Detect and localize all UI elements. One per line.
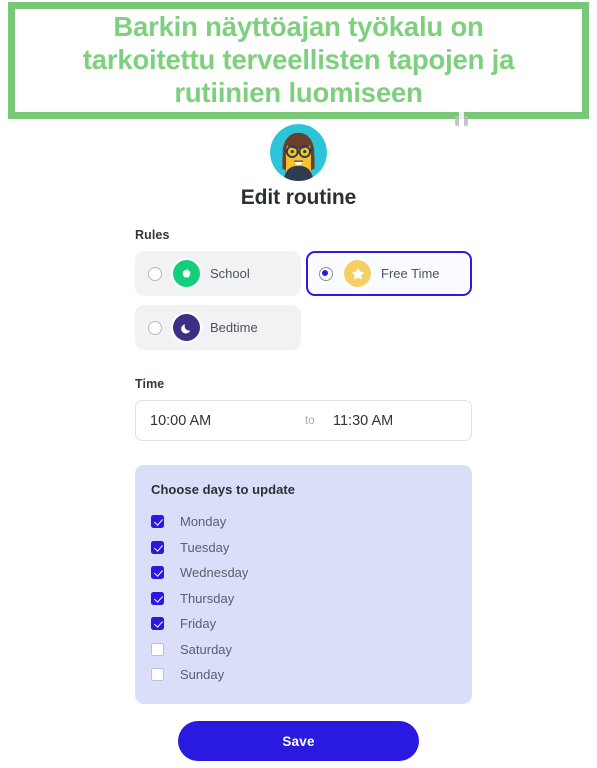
rule-label-school: School <box>210 266 250 281</box>
radio-free-time[interactable] <box>319 266 333 281</box>
time-end-field[interactable]: 11:30 AM <box>333 413 393 429</box>
rule-option-school[interactable]: School <box>135 251 301 296</box>
rule-label-free-time: Free Time <box>381 266 440 281</box>
checkbox-friday[interactable] <box>151 617 164 631</box>
day-label-saturday: Saturday <box>180 641 233 657</box>
checkbox-thursday[interactable] <box>151 591 164 605</box>
day-label-monday: Monday <box>180 514 227 530</box>
day-label-wednesday: Wednesday <box>180 565 249 581</box>
save-button[interactable]: Save <box>178 721 419 761</box>
moon-icon <box>173 314 200 341</box>
day-row-friday[interactable]: Friday <box>151 611 472 637</box>
day-label-thursday: Thursday <box>180 590 235 606</box>
checkbox-monday[interactable] <box>151 515 164 529</box>
checkbox-tuesday[interactable] <box>151 540 164 554</box>
radio-bedtime[interactable] <box>148 320 162 335</box>
time-block: Time 10:00 AM to 11:30 AM <box>135 377 472 441</box>
day-label-friday: Friday <box>180 616 217 632</box>
checkbox-saturday[interactable] <box>151 642 164 656</box>
days-panel: Choose days to update Monday Tuesday Wed… <box>135 465 472 704</box>
girl-avatar-icon <box>270 124 327 181</box>
day-label-sunday: Sunday <box>180 667 225 683</box>
page-title: Edit routine <box>240 186 357 209</box>
day-row-saturday[interactable]: Saturday <box>151 637 472 663</box>
time-range-input[interactable]: 10:00 AM to 11:30 AM <box>135 400 472 441</box>
promo-banner: Barkin näyttöajan työkalu on tarkoitettu… <box>8 2 589 119</box>
promo-banner-text: Barkin näyttöajan työkalu on tarkoitettu… <box>82 11 515 108</box>
checkbox-sunday[interactable] <box>151 668 164 682</box>
save-button-container: Save <box>0 721 597 761</box>
time-label: Time <box>135 377 165 391</box>
day-row-tuesday[interactable]: Tuesday <box>151 535 472 561</box>
avatar <box>270 124 327 181</box>
rules-label: Rules <box>135 228 170 242</box>
checkbox-wednesday[interactable] <box>151 566 164 580</box>
rule-option-bedtime[interactable]: Bedtime <box>135 305 301 350</box>
avatar-container <box>0 124 597 181</box>
day-label-tuesday: Tuesday <box>180 539 230 555</box>
rule-label-bedtime: Bedtime <box>210 320 258 335</box>
day-row-thursday[interactable]: Thursday <box>151 586 472 612</box>
rules-group: School Free Time Bedtime <box>135 251 472 350</box>
day-row-monday[interactable]: Monday <box>151 509 472 535</box>
apple-icon <box>173 260 200 287</box>
rule-option-free-time[interactable]: Free Time <box>306 251 472 296</box>
time-separator: to <box>305 414 315 427</box>
day-row-sunday[interactable]: Sunday <box>151 662 472 688</box>
star-icon <box>344 260 371 287</box>
rules-grid-spacer <box>306 305 472 350</box>
day-row-wednesday[interactable]: Wednesday <box>151 560 472 586</box>
radio-school[interactable] <box>148 266 162 281</box>
edit-routine-form: Rules School Free Time Bedtime Time 10:0… <box>135 228 472 704</box>
time-start-field[interactable]: 10:00 AM <box>150 413 305 429</box>
days-panel-title: Choose days to update <box>151 482 296 497</box>
